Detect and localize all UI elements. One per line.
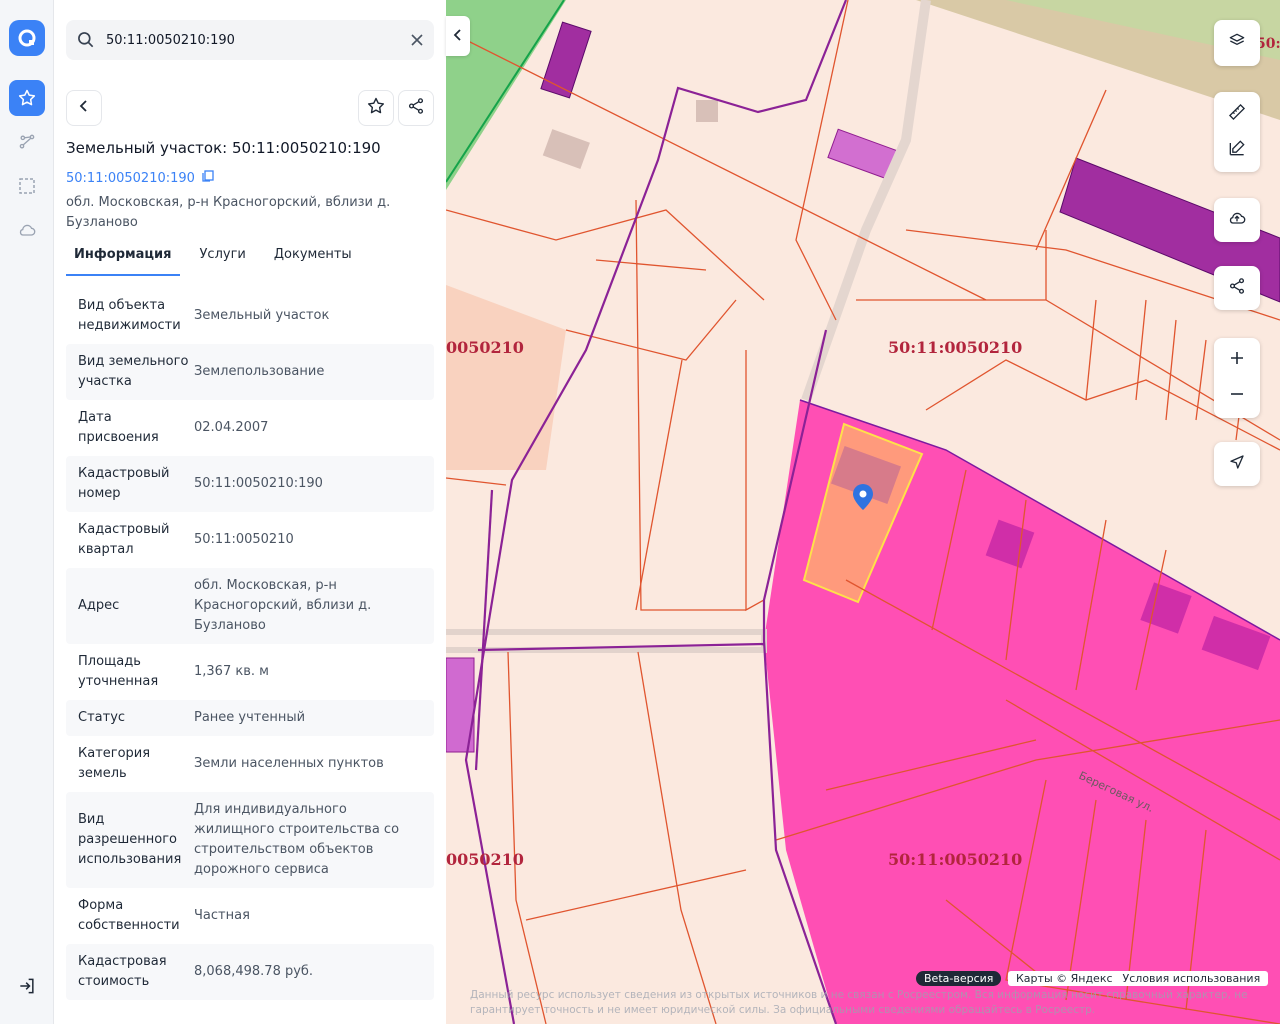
info-key: Адрес bbox=[78, 598, 120, 613]
copy-icon[interactable] bbox=[201, 169, 215, 187]
info-value: Частная bbox=[194, 908, 250, 923]
share-button[interactable] bbox=[398, 90, 434, 126]
logout-icon[interactable] bbox=[9, 968, 45, 1004]
info-value: Ранее учтенный bbox=[194, 710, 306, 725]
upload-control bbox=[1214, 198, 1260, 242]
star-icon bbox=[366, 96, 386, 120]
search-icon[interactable] bbox=[76, 30, 96, 54]
info-table: Вид объекта недвижимости Земельный участо… bbox=[66, 288, 434, 1000]
tab-information[interactable]: Информация bbox=[66, 240, 180, 276]
selection-icon[interactable] bbox=[9, 168, 45, 204]
cadastral-number-link[interactable]: 50:11:0050210:190 bbox=[66, 169, 215, 187]
edit-button[interactable] bbox=[1214, 132, 1260, 168]
upload-icon bbox=[1227, 208, 1247, 232]
info-key: Форма собственности bbox=[78, 898, 180, 933]
search-input[interactable] bbox=[106, 20, 396, 60]
quarter-label: 0050210 bbox=[446, 338, 524, 357]
layers-control bbox=[1214, 20, 1260, 66]
map-canvas[interactable]: Береговая ул. bbox=[446, 0, 1280, 1024]
info-value: обл. Московская, р-н Красногорский, вбли… bbox=[194, 578, 372, 633]
info-value: 02.04.2007 bbox=[194, 420, 269, 435]
info-key: Площадь уточненная bbox=[78, 654, 159, 689]
object-panel: Земельный участок: 50:11:0050210:190 50:… bbox=[54, 0, 446, 1024]
chevron-left-icon bbox=[76, 98, 92, 118]
info-key: Кадастровый квартал bbox=[78, 522, 170, 557]
chevron-left-icon bbox=[452, 27, 464, 46]
info-row: Вид разрешенного использования Для индиви… bbox=[66, 792, 434, 888]
object-address: обл. Московская, р-н Красногорский, вбли… bbox=[66, 195, 391, 230]
info-value: Земельный участок bbox=[194, 308, 330, 323]
info-key: Кадастровая стоимость bbox=[78, 954, 167, 989]
layers-button[interactable] bbox=[1214, 25, 1260, 61]
info-row: Дата присвоения 02.04.2007 bbox=[66, 400, 434, 456]
terms-link[interactable]: Условия использования bbox=[1123, 972, 1261, 985]
info-value: 50:11:0050210:190 bbox=[194, 476, 323, 491]
info-key: Статус bbox=[78, 710, 126, 725]
info-value: 8,068,498.78 руб. bbox=[194, 964, 314, 979]
share-control bbox=[1214, 266, 1260, 310]
info-row: Вид объекта недвижимости Земельный участо… bbox=[66, 288, 434, 344]
beta-badge: Beta-версия bbox=[916, 971, 1002, 986]
maps-credit[interactable]: Карты © Яндекс bbox=[1016, 972, 1113, 985]
upload-button[interactable] bbox=[1214, 202, 1260, 238]
cloud-icon[interactable] bbox=[9, 212, 45, 248]
info-row: Кадастровый квартал 50:11:0050210 bbox=[66, 512, 434, 568]
share-icon bbox=[1228, 277, 1246, 299]
info-row: Форма собственности Частная bbox=[66, 888, 434, 944]
quarter-label: 50:11:0050210 bbox=[888, 338, 1023, 357]
zoom-out-button[interactable] bbox=[1214, 378, 1260, 414]
info-key: Вид земельного участка bbox=[78, 354, 189, 389]
disclaimer-text: Данный ресурс использует сведения из отк… bbox=[470, 989, 1248, 1016]
edit-icon bbox=[1227, 138, 1247, 162]
info-row: Категория земель Земли населенных пунктов bbox=[66, 736, 434, 792]
cadastral-map[interactable]: Береговая ул. 0050210 50:11:0050210 0050… bbox=[446, 0, 1280, 1024]
close-icon[interactable] bbox=[410, 32, 424, 51]
info-value: Для индивидуального жилищного строительс… bbox=[194, 802, 400, 877]
tab-bar: Информация Услуги Документы bbox=[66, 240, 372, 276]
zoom-controls bbox=[1214, 338, 1260, 418]
icon-rail bbox=[0, 0, 54, 1024]
star-icon[interactable] bbox=[9, 80, 45, 116]
zoom-in-icon bbox=[1229, 350, 1245, 370]
back-button[interactable] bbox=[66, 90, 102, 126]
zoom-out-icon bbox=[1229, 386, 1245, 406]
map-attribution: Карты © Яндекс Условия использования bbox=[1008, 971, 1269, 986]
info-value: 50:11:0050210 bbox=[194, 532, 294, 547]
info-row: Адрес обл. Московская, р-н Красногорский,… bbox=[66, 568, 434, 644]
info-key: Вид разрешенного использования bbox=[78, 812, 182, 867]
quarter-label: 0050210 bbox=[446, 850, 524, 869]
tab-services[interactable]: Услуги bbox=[192, 240, 254, 276]
collapse-panel-button[interactable] bbox=[446, 16, 470, 56]
info-value: Землепользование bbox=[194, 364, 325, 379]
ruler-button[interactable] bbox=[1214, 96, 1260, 132]
locate-control bbox=[1214, 442, 1260, 486]
cadastral-number-text[interactable]: 50:11:0050210:190 bbox=[66, 171, 195, 186]
quarter-label: 50:11:0050210 bbox=[888, 850, 1023, 869]
info-value: 1,367 кв. м bbox=[194, 664, 269, 679]
info-row: Площадь уточненная 1,367 кв. м bbox=[66, 644, 434, 700]
zoom-in-button[interactable] bbox=[1214, 342, 1260, 378]
info-key: Вид объекта недвижимости bbox=[78, 298, 181, 333]
page-title: Земельный участок: 50:11:0050210:190 bbox=[66, 139, 381, 157]
info-row: Кадастровый номер 50:11:0050210:190 bbox=[66, 456, 434, 512]
measure-controls bbox=[1214, 92, 1260, 172]
share-icon bbox=[407, 97, 425, 119]
info-key: Дата присвоения bbox=[78, 410, 159, 445]
map-share-button[interactable] bbox=[1214, 270, 1260, 306]
info-key: Кадастровый номер bbox=[78, 466, 170, 501]
logo-icon[interactable] bbox=[9, 20, 45, 56]
info-row: Статус Ранее учтенный bbox=[66, 700, 434, 736]
info-row: Вид земельного участка Землепользование bbox=[66, 344, 434, 400]
favorite-button[interactable] bbox=[358, 90, 394, 126]
info-value: Земли населенных пунктов bbox=[194, 756, 384, 771]
route-icon[interactable] bbox=[9, 124, 45, 160]
info-row: Кадастровая стоимость 8,068,498.78 руб. bbox=[66, 944, 434, 1000]
ruler-icon bbox=[1227, 102, 1247, 126]
layers-icon bbox=[1227, 31, 1247, 55]
info-key: Категория земель bbox=[78, 746, 151, 781]
locate-icon bbox=[1228, 453, 1246, 475]
locate-button[interactable] bbox=[1214, 446, 1260, 482]
tab-documents[interactable]: Документы bbox=[266, 240, 360, 276]
search-bar bbox=[66, 20, 434, 60]
